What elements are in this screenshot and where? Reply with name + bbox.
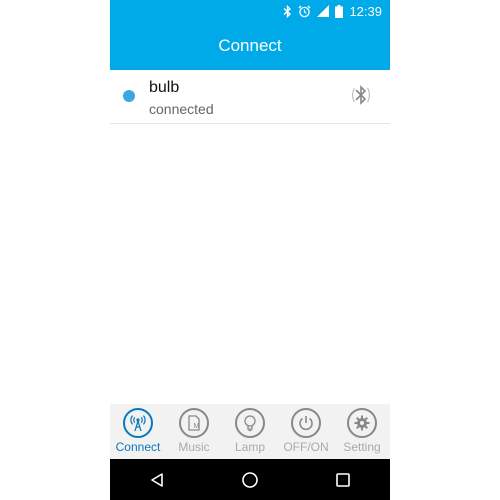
antenna-icon — [123, 408, 153, 438]
back-button[interactable] — [137, 465, 177, 495]
gear-icon — [347, 408, 377, 438]
bluetooth-icon — [283, 4, 292, 18]
tab-connect[interactable]: Connect — [110, 404, 166, 459]
status-time: 12:39 — [349, 3, 382, 19]
tab-label: Music — [178, 440, 210, 454]
status-icons: 12:39 — [283, 3, 382, 19]
tab-label: Setting — [343, 440, 381, 454]
status-bar: 12:39 — [110, 0, 390, 22]
tab-label: Connect — [115, 440, 161, 454]
signal-icon — [317, 5, 330, 17]
recents-button[interactable] — [323, 465, 363, 495]
tab-music[interactable]: M Music — [166, 404, 222, 459]
page-title: Connect — [218, 36, 282, 55]
home-button[interactable] — [230, 465, 270, 495]
svg-text:M: M — [194, 423, 200, 430]
bluetooth-icon[interactable] — [352, 82, 370, 113]
device-name: bulb — [149, 79, 180, 96]
status-dot — [123, 90, 135, 102]
system-nav-bar — [110, 459, 390, 500]
device-list-item[interactable]: bulb connected — [110, 70, 390, 123]
list-divider — [110, 123, 390, 124]
alarm-icon — [298, 5, 311, 18]
tab-lamp[interactable]: Lamp — [222, 404, 278, 459]
tab-label: Lamp — [234, 440, 266, 454]
device-status: connected — [149, 101, 214, 117]
bottom-nav: Connect M Music Lamp OFF/ON Setting — [110, 404, 390, 459]
power-icon — [291, 408, 321, 438]
battery-icon — [335, 4, 344, 18]
tab-label: OFF/ON — [283, 440, 329, 454]
tab-setting[interactable]: Setting — [334, 404, 390, 459]
music-file-icon: M — [179, 408, 209, 438]
tab-off-on[interactable]: OFF/ON — [278, 404, 334, 459]
bulb-icon — [235, 408, 265, 438]
phone-screen: 12:39 Connect bulb connected Connect M M… — [110, 0, 390, 500]
app-bar: Connect — [110, 22, 390, 70]
